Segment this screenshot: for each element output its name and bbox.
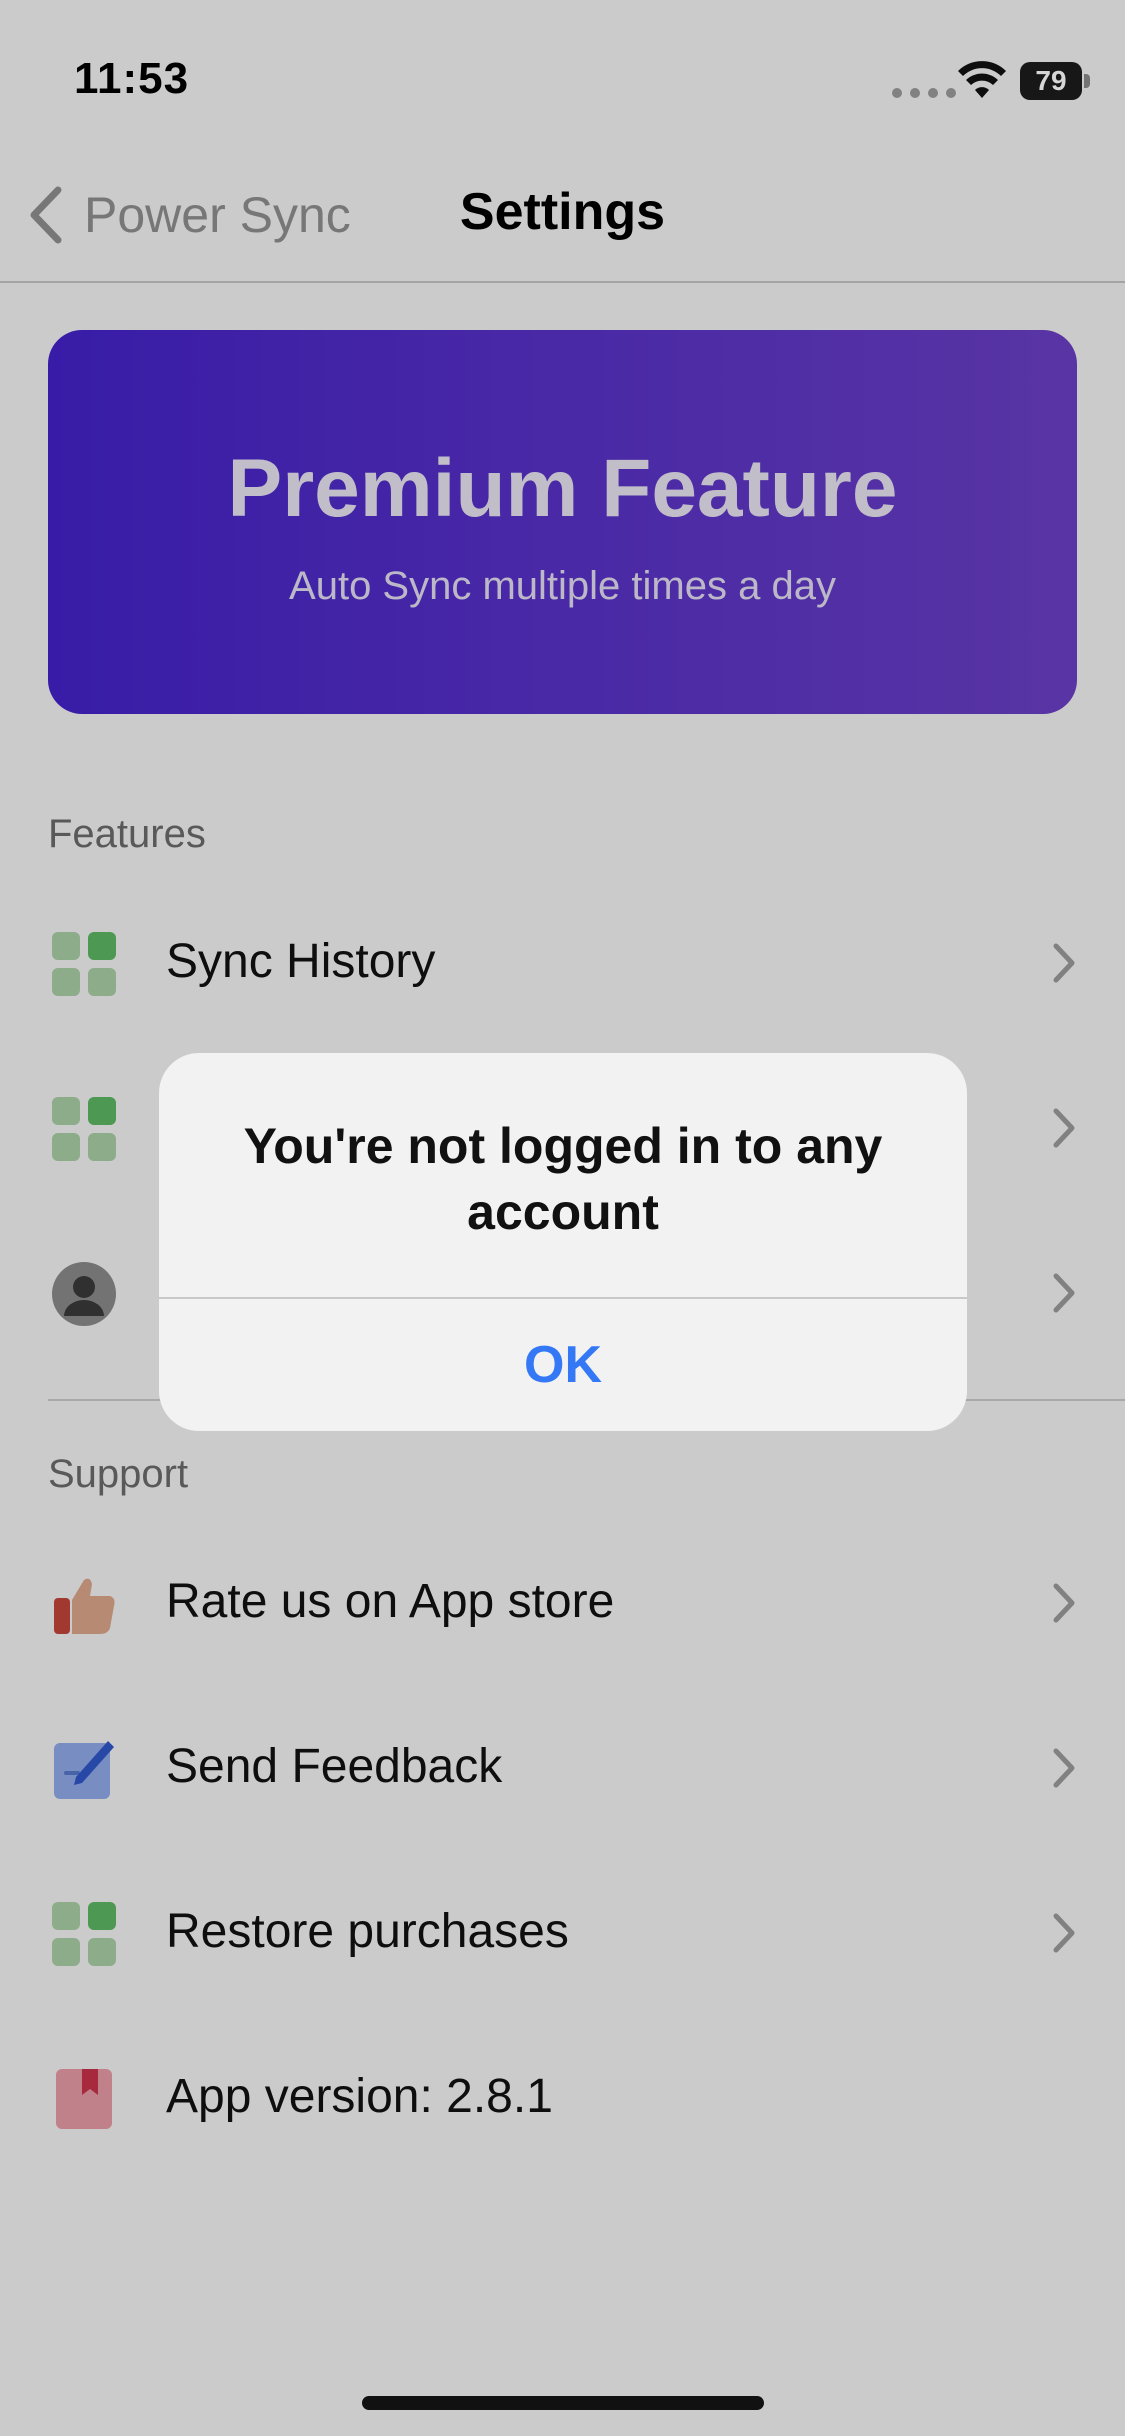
alert-dialog: You're not logged in to any account OK — [159, 1053, 967, 1431]
home-indicator[interactable] — [362, 2396, 764, 2410]
alert-title: You're not logged in to any account — [243, 1118, 883, 1240]
settings-screen: 11:53 79 Settings Power Sync Premium Fea… — [0, 0, 1125, 2436]
ok-button[interactable]: OK — [159, 1299, 967, 1431]
